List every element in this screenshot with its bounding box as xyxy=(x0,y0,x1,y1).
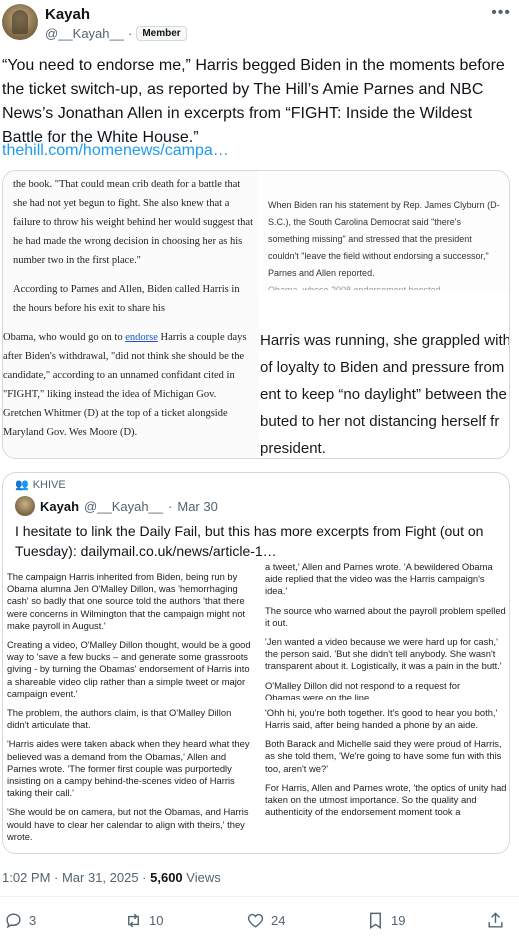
tweet-link[interactable]: thehill.com/homenews/campa… xyxy=(2,140,229,162)
share-button[interactable] xyxy=(486,911,505,930)
article-excerpt-left: the book. "That could mean crib death fo… xyxy=(3,171,259,458)
article-column-left: The campaign Harris inherited from Biden… xyxy=(7,571,255,850)
article-paragraph: For Harris, Allen and Parnes wrote, 'the… xyxy=(265,781,507,818)
bookmark-count: 19 xyxy=(391,913,406,928)
repost-count: 10 xyxy=(149,913,164,928)
community-icon: 👥 xyxy=(15,479,29,491)
quoted-author-avatar xyxy=(15,496,35,516)
like-button[interactable]: 24 xyxy=(246,911,285,930)
article-paragraph: Creating a video, O'Malley Dillon though… xyxy=(7,639,251,699)
article-paragraph: Both Barack and Michelle said they were … xyxy=(265,738,502,774)
article-paragraph: 'She would be on camera, but not the Oba… xyxy=(7,806,249,842)
reply-icon xyxy=(6,913,21,929)
action-bar: 3 10 24 19 xyxy=(0,905,519,939)
excerpt-paragraph: According to Parnes and Allen, Biden cal… xyxy=(13,284,240,314)
quoted-tweet-header: Kayah @__Kayah__ · Mar 30 xyxy=(15,496,218,516)
article-cut-line: Obamas were on the line. xyxy=(265,691,372,700)
quoted-author-name: Kayah xyxy=(40,498,80,514)
endorse-link: endorse xyxy=(125,332,158,343)
community-label[interactable]: 👥 KHIVE xyxy=(15,478,66,492)
author-handle-row: @__Kayah__ · Member xyxy=(45,26,187,41)
author-avatar[interactable] xyxy=(2,4,38,40)
zoomed-line: ent to keep “no daylight” between the xyxy=(260,386,507,403)
excerpt-cut-line: Obama, whose 2008 endorsement boosted xyxy=(268,285,441,290)
divider xyxy=(0,896,519,897)
article-paragraph: The source who warned about the payroll … xyxy=(265,604,506,628)
article-paragraph: O'Malley Dillon did not respond to a req… xyxy=(265,679,461,691)
repost-icon xyxy=(128,913,139,928)
article-paragraph: 'Harris aides were taken aback when they… xyxy=(7,738,250,799)
excerpt-paragraph: Obama, who would go on to endorse Harris… xyxy=(3,328,253,442)
article-excerpt-right: When Biden ran his statement by Rep. Jam… xyxy=(261,171,509,291)
views-count: 5,600 xyxy=(150,870,183,885)
share-icon xyxy=(488,912,503,928)
like-count: 24 xyxy=(271,913,286,928)
quoted-author-handle: @__Kayah__ xyxy=(84,498,164,514)
author-handle[interactable]: @__Kayah__ xyxy=(45,26,124,41)
excerpt-text: Harris a couple days after Biden's withd… xyxy=(3,332,247,438)
bookmark-icon xyxy=(370,912,381,929)
article-paragraph: The problem, the authors claim, is that … xyxy=(7,707,232,731)
separator-dot: · xyxy=(127,26,133,41)
repost-button[interactable]: 10 xyxy=(124,911,163,930)
separator-dot: · xyxy=(168,498,173,514)
tweet-meta: 1:02 PM · Mar 31, 2025 · 5,600 Views xyxy=(2,870,221,885)
heart-icon xyxy=(247,913,264,928)
article-paragraph: 'Ohh hi, you're both together. It's good… xyxy=(265,706,498,731)
article-column-right: a tweet,' Allen and Parnes wrote. 'A bew… xyxy=(265,561,507,825)
more-options-icon[interactable]: ••• xyxy=(491,4,511,22)
community-name: KHIVE xyxy=(32,478,66,491)
reply-button[interactable]: 3 xyxy=(4,911,36,930)
article-paragraph: a tweet,' Allen and Parnes wrote. 'A bew… xyxy=(265,561,493,597)
quoted-tweet-text: I hesitate to link the Daily Fail, but t… xyxy=(15,523,484,559)
author-name[interactable]: Kayah xyxy=(45,6,90,23)
tweet-header: Kayah @__Kayah__ · Member ••• xyxy=(0,0,519,48)
zoomed-line: of loyalty to Biden and pressure from xyxy=(260,359,505,376)
quoted-tweet-image[interactable]: The campaign Harris inherited from Biden… xyxy=(3,561,509,853)
tweet-timestamp[interactable]: 1:02 PM · Mar 31, 2025 · xyxy=(2,870,150,885)
member-badge: Member xyxy=(136,26,187,41)
zoomed-line: Harris was running, she grappled with xyxy=(260,332,510,349)
zoomed-line: president. xyxy=(260,440,326,457)
article-excerpt-zoomed: Harris was running, she grappled with of… xyxy=(258,327,510,458)
article-paragraph: The campaign Harris inherited from Biden… xyxy=(7,571,246,631)
quoted-tweet-date: Mar 30 xyxy=(177,498,218,514)
views-label: Views xyxy=(182,870,221,885)
tweet-text: “You need to endorse me,” Harris begged … xyxy=(2,57,505,146)
article-paragraph: 'Jen wanted a video because we were hard… xyxy=(265,636,502,672)
tweet-image[interactable]: the book. "That could mean crib death fo… xyxy=(2,170,510,459)
bookmark-button[interactable]: 19 xyxy=(366,911,405,930)
excerpt-paragraph: When Biden ran his statement by Rep. Jam… xyxy=(268,200,500,278)
zoomed-line: buted to her not distancing herself fr xyxy=(260,413,500,430)
reply-count: 3 xyxy=(29,913,37,928)
quoted-tweet[interactable]: 👥 KHIVE Kayah @__Kayah__ · Mar 30 I hesi… xyxy=(2,472,510,854)
excerpt-paragraph: the book. "That could mean crib death fo… xyxy=(13,179,253,266)
excerpt-text: Obama, who would go on to xyxy=(3,332,126,343)
